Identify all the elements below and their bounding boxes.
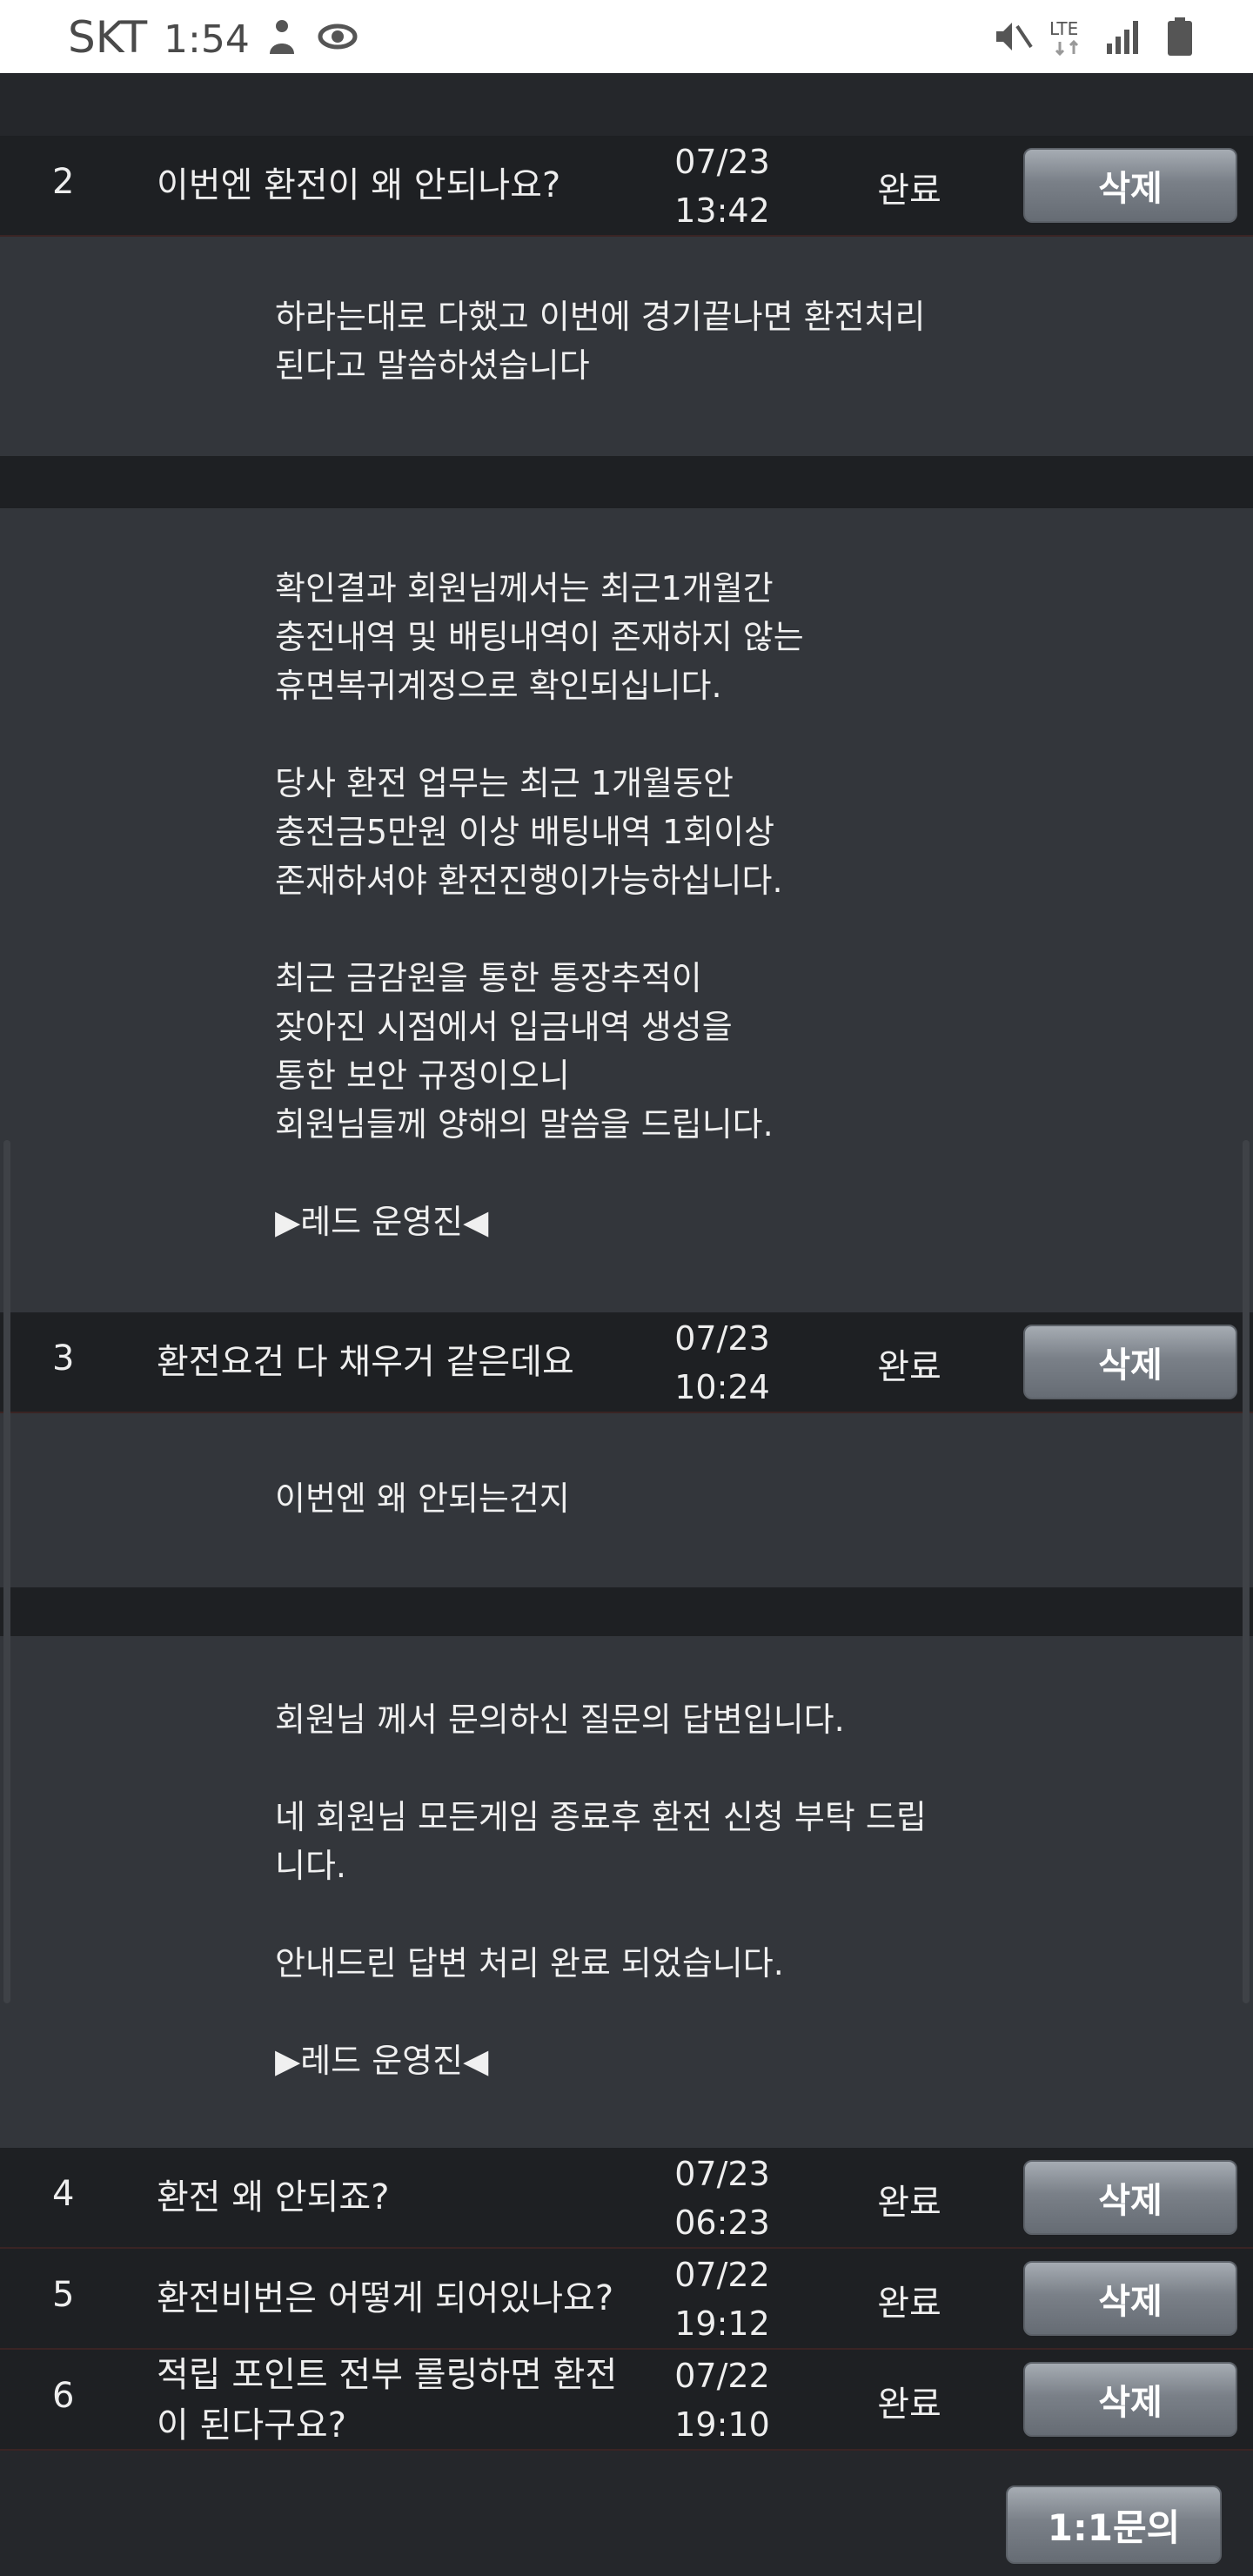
scrollbar-right[interactable] xyxy=(1243,1140,1250,2003)
mute-icon xyxy=(992,16,1034,57)
lte-icon: LTE xyxy=(1048,16,1089,57)
question-text: 이번엔 왜 안되는건지 xyxy=(275,1479,570,1518)
answer-panel: 확인결과 회원님께서는 최근1개월간 충전내역 및 배팅내역이 존재하지 않는 … xyxy=(0,508,1253,1312)
table-row[interactable]: 2 이번엔 환전이 왜 안되나요? 07/23 13:42 완료 삭제 xyxy=(0,136,1253,237)
status-bar: SKT 1:54 LTE xyxy=(0,0,1253,73)
status-badge: 완료 xyxy=(877,2284,941,2324)
answer-panel: 회원님 께서 문의하신 질문의 답변입니다. 네 회원님 모든게임 종료후 환전… xyxy=(0,1636,1253,2148)
question-panel: 이번엔 왜 안되는건지 xyxy=(0,1413,1253,1587)
carrier-label: SKT xyxy=(68,12,148,63)
row-number: 3 xyxy=(52,1338,75,1379)
table-row[interactable]: 4 환전 왜 안되죠? 07/23 06:23 완료 삭제 xyxy=(0,2148,1253,2249)
row-datetime: 07/23 10:24 xyxy=(674,1319,770,1406)
row-number: 5 xyxy=(52,2275,75,2315)
delete-button[interactable]: 삭제 xyxy=(1023,148,1237,223)
row-title[interactable]: 환전 왜 안되죠? xyxy=(157,2172,644,2223)
battery-icon xyxy=(1159,16,1201,57)
app-logo-icon xyxy=(317,16,358,57)
delete-button[interactable]: 삭제 xyxy=(1023,2160,1237,2235)
answer-text: 회원님 께서 문의하신 질문의 답변입니다. 네 회원님 모든게임 종료후 환전… xyxy=(275,1701,927,2080)
row-datetime: 07/22 19:10 xyxy=(674,2357,770,2444)
status-badge: 완료 xyxy=(877,2385,941,2425)
scrollbar-left[interactable] xyxy=(3,1140,10,2003)
delete-button[interactable]: 삭제 xyxy=(1023,2261,1237,2336)
one-on-one-inquiry-button[interactable]: 1:1문의 xyxy=(1006,2485,1222,2564)
clock: 1:54 xyxy=(164,17,250,62)
row-title[interactable]: 적립 포인트 전부 롤링하면 환전이 된다구요? xyxy=(157,2350,644,2451)
table-row[interactable]: 3 환전요건 다 채우거 같은데요 07/23 10:24 완료 삭제 xyxy=(0,1312,1253,1413)
answer-text: 확인결과 회원님께서는 최근1개월간 충전내역 및 배팅내역이 존재하지 않는 … xyxy=(275,569,804,1241)
divider xyxy=(0,1587,1253,1636)
table-row[interactable]: 5 환전비번은 어떻게 되어있나요? 07/22 19:12 완료 삭제 xyxy=(0,2249,1253,2350)
row-title[interactable]: 환전비번은 어떻게 되어있나요? xyxy=(157,2273,644,2324)
row-number: 6 xyxy=(52,2376,75,2416)
question-text: 하라는대로 다했고 이번에 경기끝나면 환전처리 된다고 말씀하셨습니다 xyxy=(275,298,926,385)
question-panel: 하라는대로 다했고 이번에 경기끝나면 환전처리 된다고 말씀하셨습니다 xyxy=(0,237,1253,456)
person-silhouette-icon xyxy=(261,16,303,57)
row-title[interactable]: 이번엔 환전이 왜 안되나요? xyxy=(157,160,644,211)
row-number: 2 xyxy=(52,162,75,202)
row-datetime: 07/23 13:42 xyxy=(674,143,770,230)
row-number: 4 xyxy=(52,2174,75,2214)
row-title[interactable]: 환전요건 다 채우거 같은데요 xyxy=(157,1337,644,1387)
svg-text:LTE: LTE xyxy=(1049,18,1078,39)
status-badge: 완료 xyxy=(877,2183,941,2223)
status-badge: 완료 xyxy=(877,1347,941,1387)
status-badge: 완료 xyxy=(877,171,941,211)
row-datetime: 07/23 06:23 xyxy=(674,2155,770,2242)
row-datetime: 07/22 19:12 xyxy=(674,2256,770,2343)
table-row[interactable]: 6 적립 포인트 전부 롤링하면 환전이 된다구요? 07/22 19:10 완료… xyxy=(0,2350,1253,2451)
divider xyxy=(0,456,1253,508)
delete-button[interactable]: 삭제 xyxy=(1023,1325,1237,1399)
signal-icon xyxy=(1103,16,1145,57)
delete-button[interactable]: 삭제 xyxy=(1023,2362,1237,2437)
